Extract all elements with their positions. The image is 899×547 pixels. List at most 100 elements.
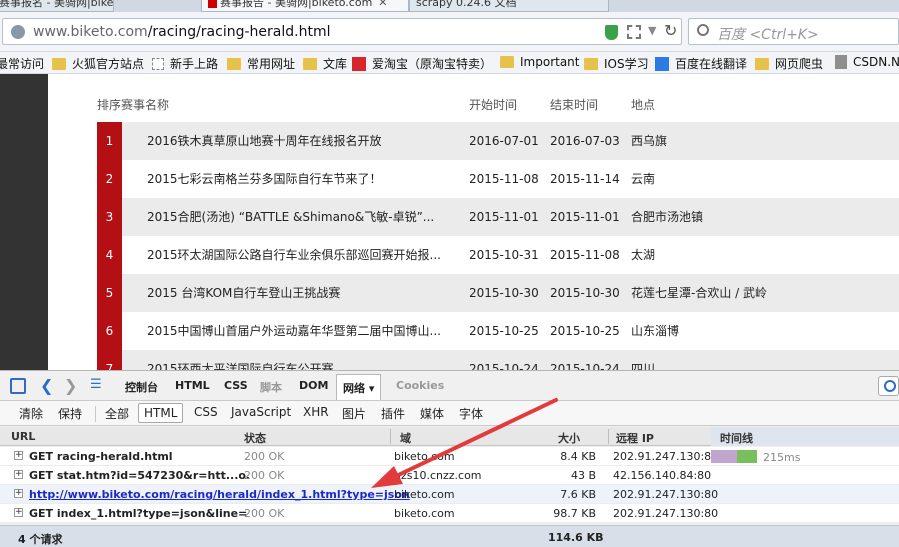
qr-code-icon[interactable] <box>627 25 641 39</box>
bookmark-firefox[interactable]: 火狐官方站点 <box>52 55 144 72</box>
network-request-row[interactable]: + GET index_1.html?type=json&line= 200 OK b… <box>0 504 899 523</box>
network-request-row[interactable]: + http://www.biketo.com/racing/herald/ind… <box>0 485 899 504</box>
browser-tab-2[interactable]: 赛事报告 - 美骑网|biketo.com ✕ <box>201 0 409 12</box>
rank-badge: 2 <box>97 160 122 198</box>
bookmark-common-urls[interactable]: 常用网址 <box>227 55 295 72</box>
reload-icon[interactable]: ↻ <box>664 21 677 40</box>
bookmark-ios[interactable]: IOS学习 <box>584 55 649 72</box>
race-name-link[interactable]: 2015合肥(汤池) “BATTLE &Shimano&飞敏-卓锐”... <box>147 198 447 236</box>
browser-tab-1[interactable]: 赛事报名 - 美骑网|biketo.com_自行车... <box>0 0 114 12</box>
bookmark-most-visited[interactable]: 最常访问 <box>0 55 44 72</box>
race-name-link[interactable]: 2015中国博山首届户外运动嘉年华暨第二届中国博山... <box>147 312 447 350</box>
request-url[interactable]: GET index_1.html?type=json&line= <box>29 507 247 520</box>
bookmark-label: 新手上路 <box>170 57 219 71</box>
bookmark-label: 火狐官方站点 <box>72 57 145 71</box>
race-name-link[interactable]: 2016铁木真草原山地赛十周年在线报名开放 <box>147 122 447 160</box>
bookmark-important[interactable]: Important <box>500 55 580 69</box>
start-date: 2015-10-30 <box>469 286 539 300</box>
column-remote-ip[interactable]: 远程 IP <box>616 430 654 446</box>
expand-icon[interactable]: + <box>14 489 23 498</box>
race-row[interactable]: 3 2015合肥(汤池) “BATTLE &Shimano&飞敏-卓锐”... 20… <box>97 198 899 236</box>
filter-css[interactable]: CSS <box>194 405 218 419</box>
column-domain[interactable]: 域 <box>400 430 411 446</box>
shield-icon[interactable] <box>605 25 618 40</box>
back-arrow-icon[interactable]: ❮ <box>40 376 53 395</box>
filter-plugins[interactable]: 插件 <box>381 405 405 422</box>
column-status[interactable]: 状态 <box>244 430 266 446</box>
filter-images[interactable]: 图片 <box>342 405 366 422</box>
race-name-link[interactable]: 2015环太湖国际公路自行车业余俱乐部巡回赛开始报... <box>147 236 447 274</box>
filter-javascript[interactable]: JavaScript <box>231 405 291 419</box>
panel-html[interactable]: HTML <box>175 379 210 392</box>
request-url[interactable]: GET stat.htm?id=547230&r=htt...o. <box>29 469 250 482</box>
search-icon[interactable] <box>878 376 899 396</box>
bookmark-crawler[interactable]: 网页爬虫 <box>755 55 823 72</box>
translate-icon <box>655 56 669 71</box>
panel-dom[interactable]: DOM <box>299 379 328 392</box>
race-row[interactable]: 2 2015七彩云南格兰芬多国际自行车节来了！ 2015-11-08 2015-11-… <box>97 160 899 198</box>
tab-label: 赛事报名 - 美骑网|biketo.com_自行车... <box>0 0 114 9</box>
panel-cookies[interactable]: Cookies <box>396 379 444 392</box>
table-header: 排序赛事名称 开始时间 结束时间 地点 <box>97 96 899 114</box>
filter-html[interactable]: HTML <box>138 403 184 423</box>
request-url[interactable]: GET racing-herald.html <box>29 450 173 463</box>
chevron-down-icon[interactable]: ▼ <box>648 24 656 37</box>
bookmark-label: 最常访问 <box>0 57 45 71</box>
bookmark-label: 常用网址 <box>247 57 296 71</box>
race-name-link[interactable]: 2015 台湾KOM自行车登山王挑战赛 <box>147 274 447 312</box>
bookmark-label: 百度在线翻译 <box>675 57 748 71</box>
column-timeline[interactable]: 时间线 <box>711 427 899 446</box>
bookmark-wenku[interactable]: 文库 <box>303 55 347 72</box>
column-size[interactable]: 大小 <box>558 430 580 446</box>
race-name-link[interactable]: 2015环西太平洋国际自行车公开赛 <box>147 350 447 370</box>
request-size: 8.4 KB <box>560 450 596 463</box>
clear-button[interactable]: 清除 <box>19 405 43 422</box>
network-request-row[interactable]: + GET stat.htm?id=547230&r=htt...o. 200 OK… <box>0 466 899 485</box>
search-icon <box>697 24 709 36</box>
race-name-link[interactable]: 2015七彩云南格兰芬多国际自行车节来了！ <box>147 160 447 198</box>
filter-fonts[interactable]: 字体 <box>459 405 483 422</box>
panel-script[interactable]: 脚本 <box>260 379 282 395</box>
panel-css[interactable]: CSS <box>224 379 248 392</box>
request-url[interactable]: http://www.biketo.com/racing/herald/inde… <box>29 488 410 501</box>
race-row[interactable]: 5 2015 台湾KOM自行车登山王挑战赛 2015-10-30 2015-10-30… <box>97 274 899 312</box>
persist-button[interactable]: 保持 <box>58 405 82 422</box>
column-url[interactable]: URL <box>11 430 35 443</box>
race-row[interactable]: 1 2016铁木真草原山地赛十周年在线报名开放 2016-07-01 2016-07-… <box>97 122 899 160</box>
filter-all[interactable]: 全部 <box>105 405 129 422</box>
bookmark-csdn[interactable]: CSDN.NET <box>835 55 899 69</box>
panel-network[interactable]: 网络 ▾ <box>336 374 382 400</box>
bookmark-baidu-translate[interactable]: 百度在线翻译 <box>655 55 747 72</box>
expand-icon[interactable]: + <box>14 451 23 460</box>
inspect-element-icon[interactable] <box>10 378 26 394</box>
address-bar[interactable]: www.biketo.com/racing/racing-herald.html… <box>2 18 682 45</box>
expand-icon[interactable]: + <box>14 508 23 517</box>
folder-icon <box>227 57 241 70</box>
race-row[interactable]: 6 2015中国博山首届户外运动嘉年华暨第二届中国博山... 2015-10-25 2… <box>97 312 899 350</box>
bookmark-getting-started[interactable]: 新手上路 <box>152 55 218 72</box>
command-line-icon[interactable]: ☰ <box>90 377 102 392</box>
header-place: 地点 <box>631 98 656 112</box>
search-box[interactable]: 百度 <Ctrl+K> <box>688 18 899 45</box>
network-request-row[interactable]: + GET racing-herald.html 200 OK biketo.com 8… <box>0 447 899 466</box>
end-date: 2015-10-25 <box>550 324 620 338</box>
race-row[interactable]: 7 2015环西太平洋国际自行车公开赛 2015-10-24 2015-10-24 四川 <box>97 350 899 370</box>
forward-arrow-icon[interactable]: ❯ <box>64 376 77 395</box>
filter-media[interactable]: 媒体 <box>420 405 444 422</box>
race-row[interactable]: 4 2015环太湖国际公路自行车业余俱乐部巡回赛开始报... 2015-10-31 2… <box>97 236 899 274</box>
browser-tab-3[interactable]: scrapy 0.24.6 文档 <box>409 0 609 12</box>
address-url[interactable]: www.biketo.com/racing/racing-herald.html <box>33 24 330 40</box>
close-tab-icon[interactable]: ✕ <box>378 0 387 9</box>
panel-console[interactable]: 控制台 <box>125 379 158 395</box>
expand-icon[interactable]: + <box>14 470 23 479</box>
page-icon <box>835 55 847 69</box>
bookmark-aitaobao[interactable]: 爱淘宝（原淘宝特卖） <box>352 55 492 72</box>
filter-xhr[interactable]: XHR <box>303 405 329 419</box>
network-column-headers: URL 状态 域 大小 远程 IP 时间线 <box>0 427 899 446</box>
timeline-bar <box>711 450 757 463</box>
start-date: 2015-10-24 <box>469 362 539 370</box>
devtools-panel: ❮ ❯ ☰ 控制台 HTML CSS 脚本 DOM 网络 ▾ Cookies 清… <box>0 370 899 547</box>
request-remote-ip: 202.91.247.130:80 <box>613 507 719 520</box>
network-filter-bar: 清除 保持 全部 HTML CSS JavaScript XHR 图片 插件 媒… <box>0 401 899 426</box>
request-size: 98.7 KB <box>553 507 596 520</box>
